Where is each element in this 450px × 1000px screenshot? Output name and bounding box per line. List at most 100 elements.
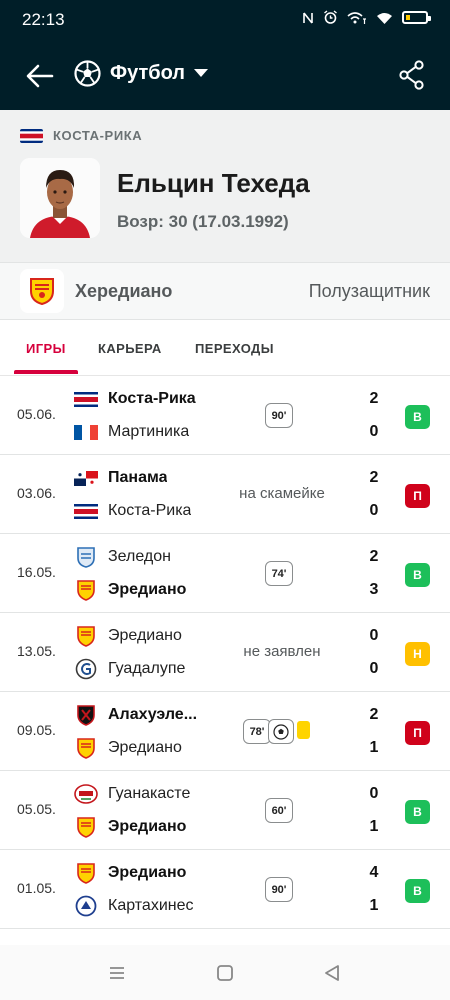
match-date: 01.05. [17,880,56,896]
team-name: Алахуэле... [108,706,198,723]
result-badge: П [405,484,430,508]
match-row[interactable]: 05.05. Гуанакасте Эредиано 60' 0 1 В [0,771,450,850]
not-registered-status: не заявлен [243,643,321,660]
team-name: Хередиано [75,281,173,301]
nfc-icon [303,12,313,23]
tab-transfers[interactable]: ПЕРЕХОДЫ [195,341,274,356]
herediano-logo-icon [74,737,98,759]
back-triangle-icon[interactable] [322,963,342,983]
score-home: 4 [369,864,379,881]
result-badge: Н [405,642,430,666]
team-row[interactable]: Хередиано Полузащитник [0,262,450,320]
away-team: Эредиано [74,579,186,601]
panama-flag-icon [74,467,98,489]
caret-down-icon [194,69,209,77]
score-home: 2 [369,390,379,407]
team-name: Гуадалупе [108,660,186,677]
team-name: Картахинес [108,897,194,914]
matches-list: 05.06. Коста-Рика Мартиника 90' 2 0 В 03… [0,376,450,929]
bench-status: на скамейке [239,485,325,502]
result-badge: В [405,800,430,824]
home-square-icon[interactable] [215,963,235,983]
herediano-logo-icon [74,862,98,884]
score-home: 2 [369,706,379,723]
guanacasteca-logo-icon [74,783,98,805]
battery-icon [402,11,431,24]
herediano-logo-icon [74,625,98,647]
guadalupe-logo-icon [74,658,98,680]
match-date: 09.05. [17,722,56,738]
wifi-icon [377,12,392,24]
match-row[interactable]: 03.06. Панама Коста-Рика на скамейке 2 0… [0,455,450,534]
soccer-ball-icon [74,60,101,87]
away-team: Гуадалупе [74,658,185,680]
score-away: 1 [369,897,379,914]
result-badge: В [405,879,430,903]
score-away: 0 [369,423,379,440]
sport-selector[interactable]: Футбол [74,60,209,87]
country-label: КОСТА-РИКА [53,128,143,143]
status-time: 22:13 [22,10,65,29]
share-icon[interactable] [398,60,426,90]
team-name: Панама [108,469,168,486]
home-team: Эредиано [74,862,186,884]
tab-games[interactable]: ИГРЫ [26,341,66,356]
team-name: Зеледон [108,548,171,565]
away-team: Картахинес [74,895,193,917]
tab-career[interactable]: КАРЬЕРА [98,341,162,356]
match-row[interactable]: 01.05. Эредиано Картахинес 90' 4 1 В [0,850,450,929]
arrow-left-icon[interactable] [24,60,56,92]
costa-rica-flag-icon [20,128,43,143]
sport-title: Футбол [110,62,186,84]
away-team: Эредиано [74,816,186,838]
status-icons [302,10,431,25]
martinique-flag-icon [74,421,98,443]
score-away: 0 [369,502,379,519]
cartagines-logo-icon [74,895,98,917]
country-row[interactable]: КОСТА-РИКА [20,128,142,143]
player-name: Ельцин Техеда [117,168,310,198]
costa-rica-flag-icon [74,500,98,522]
home-team: Зеледон [74,546,171,568]
match-row[interactable]: 05.06. Коста-Рика Мартиника 90' 2 0 В [0,376,450,455]
menu-icon[interactable] [107,963,127,983]
team-name: Коста-Рика [108,502,192,519]
team-name: Эредиано [108,818,187,835]
team-name: Коста-Рика [108,390,196,407]
result-badge: В [405,563,430,587]
away-team: Мартиника [74,421,189,443]
match-date: 16.05. [17,564,56,580]
away-team: Коста-Рика [74,500,191,522]
score-home: 0 [369,627,379,644]
app-bar: Футбол [0,40,450,110]
match-row[interactable]: 09.05. Алахуэле... Эредиано 78' 2 1 П [0,692,450,771]
tab-active-indicator [14,370,78,374]
home-team: Панама [74,467,167,489]
player-photo [20,158,100,238]
score-home: 2 [369,548,379,565]
team-logo [20,269,64,313]
away-team: Эредиано [74,737,182,759]
home-team: Коста-Рика [74,388,196,410]
system-nav-bar [0,945,450,1000]
player-position: Полузащитник [308,281,430,301]
match-row[interactable]: 16.05. Зеледон Эредиано 74' 2 3 В [0,534,450,613]
match-date: 13.05. [17,643,56,659]
yellow-card-icon [297,721,310,739]
team-name: Эредиано [108,581,187,598]
result-badge: В [405,405,430,429]
herediano-logo-icon [74,579,98,601]
team-name: Эредиано [108,864,187,881]
team-name: Гуанакасте [108,785,191,802]
herediano-logo-icon [30,278,54,305]
minutes-played-badge: 78' [243,719,271,744]
match-row[interactable]: 13.05. Эредиано Гуадалупе не заявлен 0 0… [0,613,450,692]
match-date: 03.06. [17,485,56,501]
home-team: Алахуэле... [74,704,197,726]
player-header: КОСТА-РИКА Ельцин Техеда Возр: 30 (17.03… [0,110,450,262]
minutes-played-badge: 90' [265,403,293,428]
home-team: Гуанакасте [74,783,190,805]
team-name: Эредиано [108,739,182,756]
home-team: Эредиано [74,625,182,647]
player-age: Возр: 30 (17.03.1992) [117,212,289,231]
